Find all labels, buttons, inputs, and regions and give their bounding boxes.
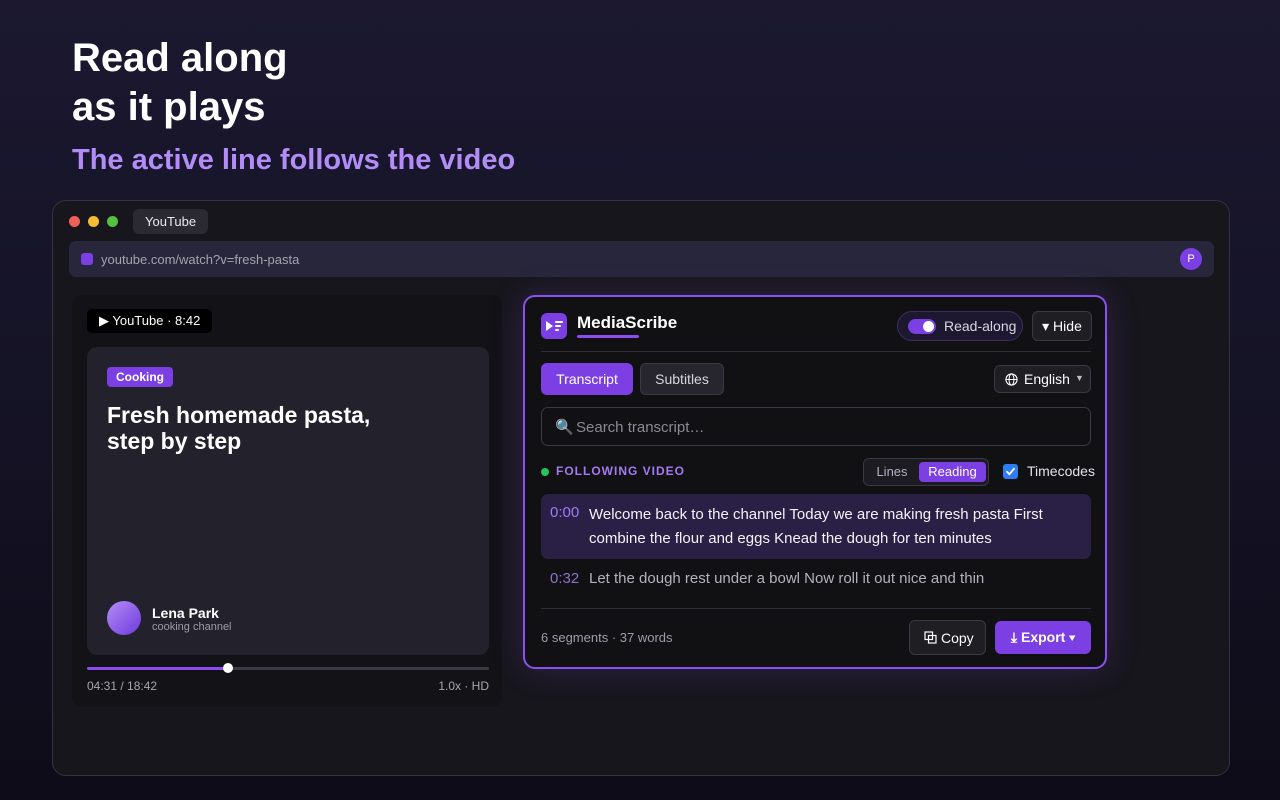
creator-subtitle: cooking channel [152, 621, 232, 633]
status-label: FOLLOWING VIDEO [556, 464, 685, 478]
video-quality[interactable]: 1.0x · HD [438, 679, 489, 693]
copy-button[interactable]: Copy [909, 620, 986, 655]
read-along-switch[interactable] [908, 319, 936, 334]
globe-icon [1005, 373, 1018, 386]
category-badge: Cooking [107, 367, 173, 387]
read-along-toggle[interactable]: Read-along [897, 311, 1023, 341]
close-window-button[interactable] [69, 216, 80, 227]
browser-tab[interactable]: YouTube [133, 209, 209, 234]
transcript-segment[interactable]: 0:00 Welcome back to the channel Today w… [541, 494, 1091, 559]
copy-icon [924, 631, 937, 644]
creator-name: Lena Park [152, 605, 219, 621]
transcript-segment[interactable]: 0:32 Let the dough rest under a bowl Now… [541, 564, 1091, 594]
copy-label: Copy [941, 630, 974, 646]
video-title-line1: Fresh homemade pasta, [107, 402, 371, 428]
brand-name: MediaScribe [577, 313, 678, 332]
transcript-stats: 6 segments · 37 words [541, 630, 673, 645]
video-title: Fresh homemade pasta, step by step [107, 402, 447, 454]
video-frame[interactable]: Cooking Fresh homemade pasta, step by st… [87, 347, 489, 655]
video-title-line2: step by step [107, 428, 242, 454]
search-icon: 🔍 [555, 419, 574, 436]
video-progress-bar[interactable] [87, 663, 489, 673]
brand-logo-icon [541, 313, 567, 339]
transcript-search[interactable]: 🔍 [541, 407, 1091, 446]
status-indicator [541, 468, 549, 476]
hero-title-line1: Read along [72, 36, 288, 80]
hero-title: Read along as it plays [72, 34, 288, 132]
browser-window: YouTube youtube.com/watch?v=fresh-pasta … [52, 200, 1230, 776]
maximize-window-button[interactable] [107, 216, 118, 227]
switch-knob [923, 321, 934, 332]
hero-subtitle: The active line follows the video [72, 144, 516, 176]
mediascribe-panel: MediaScribe Read-along ▾ Hide Transcript… [523, 295, 1107, 669]
tab-transcript[interactable]: Transcript [541, 363, 633, 395]
view-lines-button[interactable]: Lines [867, 462, 917, 482]
brand-underline [577, 335, 639, 338]
check-icon [1006, 467, 1015, 476]
tab-subtitles[interactable]: Subtitles [640, 363, 724, 395]
minimize-window-button[interactable] [88, 216, 99, 227]
language-select[interactable]: English ▼ [994, 365, 1091, 393]
hero-title-line2: as it plays [72, 85, 266, 129]
address-bar[interactable]: youtube.com/watch?v=fresh-pasta P [69, 241, 1214, 277]
video-player: ▶ YouTube · 8:42 Cooking Fresh homemade … [72, 295, 502, 707]
window-controls [69, 216, 118, 227]
segment-timecode[interactable]: 0:00 [550, 504, 579, 521]
segment-text: Welcome back to the channel Today we are… [589, 506, 1043, 547]
view-mode-toggle: Lines Reading [863, 458, 989, 486]
video-time: 04:31 / 18:42 [87, 679, 158, 693]
read-along-label: Read-along [944, 318, 1017, 334]
url-text[interactable]: youtube.com/watch?v=fresh-pasta [101, 252, 299, 267]
view-reading-button[interactable]: Reading [919, 462, 986, 482]
site-favicon-icon [81, 253, 93, 265]
profile-avatar[interactable]: P [1180, 248, 1202, 270]
video-source-chip: ▶ YouTube · 8:42 [87, 309, 213, 333]
hide-button[interactable]: ▾ Hide [1032, 311, 1092, 341]
timecodes-checkbox[interactable] [1003, 464, 1018, 479]
segment-timecode[interactable]: 0:32 [550, 570, 579, 587]
video-scrubber-handle[interactable] [222, 663, 233, 673]
search-input[interactable] [576, 416, 1076, 438]
segment-text: Let the dough rest under a bowl Now roll… [589, 570, 985, 587]
chevron-down-icon: ▼ [1075, 373, 1084, 383]
language-label: English [1024, 371, 1070, 387]
video-progress-fill [87, 667, 228, 670]
creator-avatar [107, 601, 141, 635]
timecodes-label[interactable]: Timecodes [1027, 463, 1095, 479]
export-button[interactable]: ⤓ Export ▾ [995, 621, 1091, 654]
header-divider [541, 351, 1091, 352]
footer-divider [541, 608, 1091, 609]
